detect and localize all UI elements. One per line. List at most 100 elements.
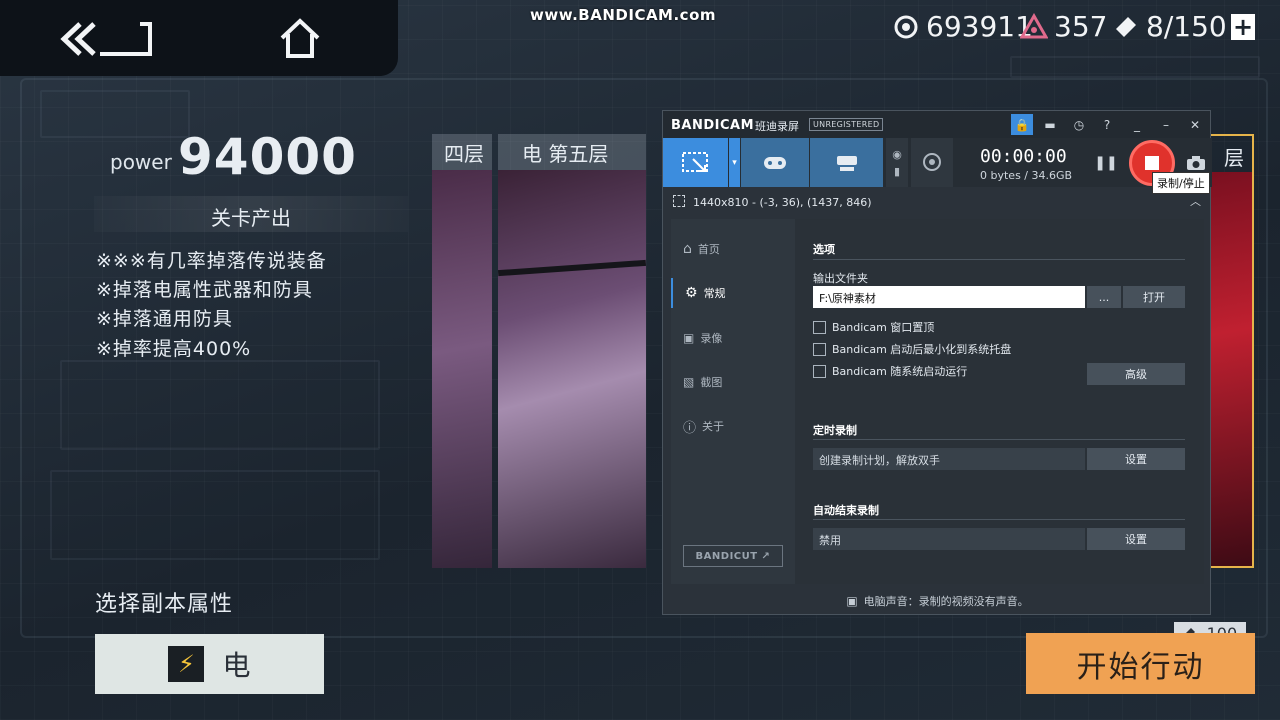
start-action-button[interactable]: 开始行动 — [1026, 633, 1255, 694]
double-chevron-left-icon — [60, 22, 152, 56]
audio-status-text: 电脑声音：录制的视频没有声音。 — [863, 595, 1029, 608]
output-folder-input[interactable]: F:\原神素材 — [813, 286, 1085, 308]
stage-column-art — [498, 170, 646, 568]
power-label: power — [110, 150, 172, 174]
stage-column-6[interactable]: 层 — [1208, 134, 1254, 568]
sidebar-item-label: 首页 — [697, 243, 720, 256]
element-select-button[interactable]: ⚡ 电 — [95, 634, 324, 694]
home-icon — [280, 18, 320, 58]
stage-column-4[interactable]: 四层 — [432, 134, 492, 568]
checkbox-box[interactable] — [813, 320, 826, 334]
lock-button[interactable]: 🔒 — [1011, 114, 1033, 135]
stage-column-title: 层 — [1224, 146, 1244, 170]
sidebar-item-general[interactable]: ⚙ 常规 — [671, 278, 795, 308]
microphone-icon: ▮ — [893, 164, 901, 178]
sidebar-item-label: 截图 — [700, 376, 723, 389]
energy-value: 357 — [1054, 10, 1108, 43]
bandicam-titlebar: BANDICAM 班迪录屏 UNREGISTERED 🔒 ▬ ◷ ? _ – ✕ — [663, 111, 1210, 138]
folder-icon: ▬ — [1044, 117, 1056, 132]
game-mode-button[interactable] — [741, 138, 809, 187]
home-button[interactable] — [278, 16, 322, 60]
minimize-icon: – — [1163, 117, 1169, 132]
energy-counter: 357 — [1020, 10, 1107, 43]
recording-timer: 00:00:00 — [980, 146, 1067, 167]
screen-region-icon — [681, 151, 708, 172]
schedule-field: 创建录制计划，解放双手 — [813, 448, 1085, 470]
decor-circuit — [1010, 56, 1260, 78]
checkbox-box[interactable] — [813, 342, 826, 356]
webcam-icon — [923, 152, 941, 171]
sidebar-item-video[interactable]: ▣ 录像 — [671, 323, 795, 353]
bandicam-title: 班迪录屏 — [755, 120, 799, 133]
collapse-icon[interactable]: ︿ — [1190, 193, 1201, 209]
advanced-button[interactable]: 高级 — [1087, 363, 1185, 385]
pause-button[interactable]: ❚❚ — [1094, 138, 1117, 187]
checkbox-label: Bandicam 随系统启动运行 — [832, 365, 968, 378]
info-icon: ⓘ — [683, 420, 697, 436]
browse-button[interactable]: ... — [1087, 286, 1121, 308]
lightning-icon: ⚡ — [168, 646, 205, 682]
help-button[interactable]: ? — [1096, 114, 1118, 135]
ticket-value: 8/150 — [1146, 10, 1227, 43]
hdmi-icon — [836, 155, 857, 171]
open-folder-button[interactable]: 打开 — [1123, 286, 1185, 308]
screen-mode-dropdown[interactable]: ▾ — [729, 138, 740, 187]
add-tickets-button[interactable]: + — [1231, 14, 1255, 40]
gamepad-icon — [764, 156, 786, 169]
close-button[interactable]: ✕ — [1184, 114, 1206, 135]
chevron-down-icon: ▾ — [732, 157, 737, 168]
power-value: 94000 — [178, 128, 357, 186]
minimize-tray-button[interactable]: _ — [1126, 114, 1148, 135]
bandicam-general-settings: 选项 输出文件夹 F:\原神素材 ... 打开 Bandicam 窗口置顶 Ba… — [795, 219, 1204, 584]
gold-counter: 693911 — [892, 10, 1033, 43]
ticket-icon — [1116, 16, 1136, 37]
stage-output-title: 关卡产出 — [211, 206, 291, 230]
always-on-top-checkbox[interactable]: Bandicam 窗口置顶 — [813, 319, 934, 335]
schedule-settings-button[interactable]: 设置 — [1087, 448, 1185, 470]
options-title: 选项 — [813, 243, 835, 256]
speech-bubble-icon: ▣ — [846, 594, 858, 608]
minimize-button[interactable]: – — [1155, 114, 1177, 135]
stage-column-title: 四层 — [432, 134, 492, 170]
timer-button[interactable]: ◷ — [1068, 114, 1090, 135]
gear-icon: ⚙ — [685, 285, 698, 301]
sidebar-item-label: 常规 — [703, 287, 726, 300]
autostop-settings-button[interactable]: 设置 — [1087, 528, 1185, 550]
divider — [813, 259, 1185, 260]
stage-column-art — [1210, 172, 1252, 566]
minimize-tray-icon: _ — [1134, 117, 1140, 132]
stage-column-5[interactable]: 电 第五层 — [498, 134, 646, 568]
bandicam-status-bar: ▣ 电脑声音：录制的视频没有声音。 — [663, 586, 1212, 616]
sidebar-item-screenshot[interactable]: ▧ 截图 — [671, 367, 795, 397]
element-label: 电 — [222, 649, 251, 682]
drop-line: ※掉落通用防具 — [96, 308, 233, 330]
webcam-button[interactable] — [911, 138, 953, 187]
help-icon: ? — [1103, 117, 1111, 132]
lock-icon: 🔒 — [1014, 117, 1030, 132]
minimize-to-tray-checkbox[interactable]: Bandicam 启动后最小化到系统托盘 — [813, 341, 1011, 357]
device-mode-button[interactable] — [810, 138, 883, 187]
game-topbar — [0, 0, 398, 76]
gold-value: 693911 — [926, 10, 1033, 43]
back-button[interactable] — [60, 20, 154, 58]
run-on-startup-checkbox[interactable]: Bandicam 随系统启动运行 — [813, 363, 967, 379]
speaker-icon: ◉ — [892, 147, 902, 161]
audio-toggle[interactable]: ◉ ▮ — [886, 138, 908, 187]
sidebar-item-home[interactable]: ⌂ 首页 — [671, 234, 795, 264]
image-icon: ▧ — [683, 375, 695, 389]
checkbox-label: Bandicam 启动后最小化到系统托盘 — [832, 343, 1012, 356]
stage-column-title: 电 第五层 — [498, 134, 646, 170]
drop-line: ※掉率提高400% — [96, 338, 252, 360]
checkbox-box[interactable] — [813, 364, 826, 378]
screen-mode-button[interactable] — [663, 138, 728, 187]
sidebar-item-about[interactable]: ⓘ 关于 — [671, 411, 795, 441]
divider — [813, 519, 1185, 520]
folder-button[interactable]: ▬ — [1039, 114, 1061, 135]
choose-element-label: 选择副本属性 — [95, 592, 234, 617]
region-info: 1440x810 - (-3, 36), (1437, 846) — [693, 195, 872, 209]
recorder-watermark: www.BANDICAM.com — [530, 6, 717, 24]
bandicut-button[interactable]: BANDICUT ↗ — [683, 545, 783, 567]
home-icon: ⌂ — [683, 241, 692, 257]
recording-size: 0 bytes / 34.6GB — [980, 169, 1073, 182]
autostop-field: 禁用 — [813, 528, 1085, 550]
